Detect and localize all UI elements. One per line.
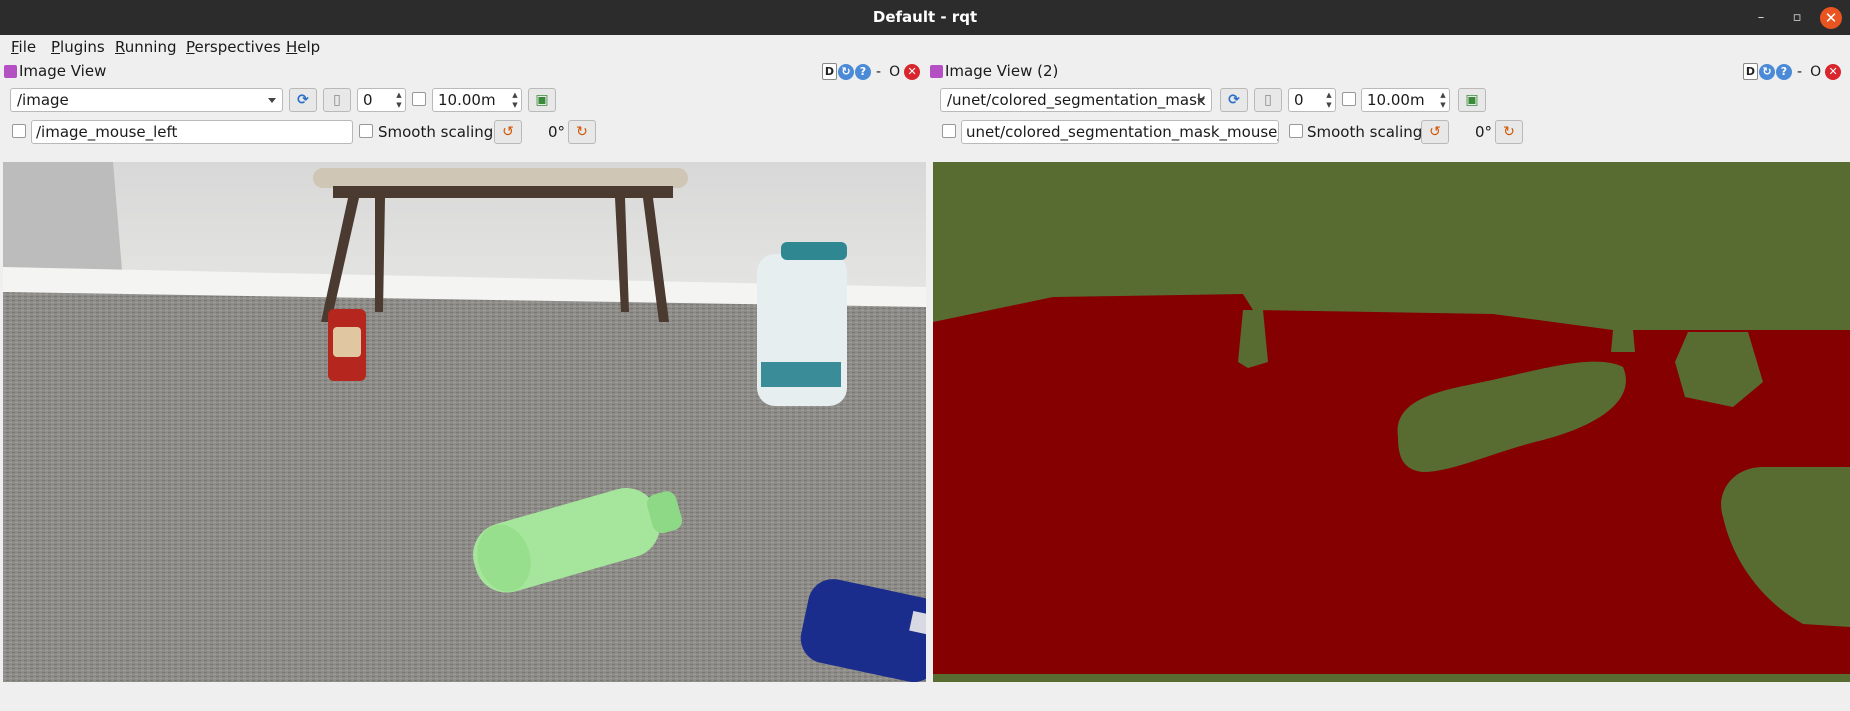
menu-help-label: elp (297, 38, 321, 56)
menu-help-mnemonic: H (286, 38, 298, 56)
panel1-smooth-scaling-label: Smooth scaling (378, 123, 494, 141)
panel2-image-view[interactable] (933, 162, 1850, 682)
menu-perspectives-mnemonic: P (186, 38, 195, 56)
panel1-mouse-topic-input[interactable]: /image_mouse_left (31, 120, 353, 144)
panel1-max-value: 10.00m (438, 91, 496, 109)
plugin-icon (930, 65, 943, 78)
panel1-min-value: 0 (363, 91, 373, 109)
panel2-save-image-icon[interactable]: ▣ (1458, 88, 1486, 112)
panel2-reload-icon[interactable]: ↻ (1759, 63, 1775, 80)
panel2-topic-value: /unet/colored_segmentation_mask (947, 91, 1206, 109)
window-title: Default - rqt (872, 8, 978, 26)
menu-help[interactable]: Help (286, 38, 320, 56)
panel1-minimize-button[interactable]: - (876, 64, 881, 80)
spin-arrows-icon: ▲ ▼ (396, 91, 402, 109)
chevron-down-icon (268, 98, 276, 103)
spin-arrows-icon: ▲ ▼ (1440, 91, 1446, 109)
panel2-dynamic-range-checkbox[interactable] (1342, 92, 1356, 106)
panel1-topic-value: /image (17, 91, 69, 109)
panel2-zoom-icon[interactable]: ▯ (1254, 88, 1282, 112)
camera-image (3, 162, 926, 682)
panel2-rotate-left-icon[interactable]: ↺ (1421, 120, 1449, 144)
panel1-rotation-label: 0° (548, 123, 566, 141)
menu-file-label: ile (18, 38, 37, 56)
panel1-smooth-scaling-checkbox[interactable] (359, 124, 373, 138)
menu-file-mnemonic: F (11, 38, 19, 56)
panel2-max-spinbox[interactable]: 10.00m ▲ ▼ (1361, 88, 1450, 112)
menu-bar: File Plugins Running Perspectives Help (0, 35, 1850, 60)
panel2-rotate-right-icon[interactable]: ↻ (1495, 120, 1523, 144)
panel1-help-icon[interactable]: ? (855, 63, 871, 80)
panel2-max-value: 10.00m (1367, 91, 1425, 109)
menu-plugins-label: lugins (60, 38, 105, 56)
panel2-close-icon[interactable]: ✕ (1825, 63, 1842, 80)
menu-running-label: unning (124, 38, 177, 56)
menu-file[interactable]: File (11, 38, 36, 56)
panel2-min-spinbox[interactable]: 0 ▲ ▼ (1288, 88, 1336, 112)
panel1-d-button[interactable]: D (822, 63, 837, 80)
panel2-mouse-topic-input[interactable]: unet/colored_segmentation_mask_mouse_lef… (961, 120, 1279, 144)
plugin-icon (4, 65, 17, 78)
panel2-title: Image View (2) (945, 62, 1059, 80)
close-window-icon[interactable]: ✕ (1820, 7, 1842, 29)
panel2-min-value: 0 (1294, 91, 1304, 109)
panel1-title: Image View (19, 62, 107, 80)
panel2-smooth-scaling-checkbox[interactable] (1289, 124, 1303, 138)
panel1-rotate-right-icon[interactable]: ↻ (568, 120, 596, 144)
panel1-refresh-topics-icon[interactable]: ⟳ (289, 88, 317, 112)
panel1-zoom-icon[interactable]: ▯ (323, 88, 351, 112)
menu-perspectives[interactable]: Perspectives (186, 38, 281, 56)
panel2-refresh-topics-icon[interactable]: ⟳ (1220, 88, 1248, 112)
panel1-image-view[interactable] (3, 162, 926, 682)
panel2-topic-select[interactable]: /unet/colored_segmentation_mask (940, 88, 1212, 112)
menu-running[interactable]: Running (115, 38, 176, 56)
maximize-icon[interactable]: ▫ (1786, 7, 1808, 29)
panel2-d-button[interactable]: D (1743, 63, 1758, 80)
spin-arrows-icon: ▲ ▼ (512, 91, 518, 109)
panel1-min-spinbox[interactable]: 0 ▲ ▼ (357, 88, 406, 112)
panel2-mouse-publish-checkbox[interactable] (942, 124, 956, 138)
segmentation-mask-image (933, 162, 1850, 682)
panel1-mouse-publish-checkbox[interactable] (12, 124, 26, 138)
panel1-dynamic-range-checkbox[interactable] (412, 92, 426, 106)
panel2-minimize-button[interactable]: - (1797, 64, 1802, 80)
panel1-dock-buttons: D ↻? - O ✕ (822, 63, 921, 81)
panel1-float-button[interactable]: O (889, 64, 900, 80)
panel1-max-spinbox[interactable]: 10.00m ▲ ▼ (432, 88, 522, 112)
panel1-close-icon[interactable]: ✕ (904, 63, 921, 80)
window-titlebar: Default - rqt – ▫ ✕ (0, 0, 1850, 35)
menu-perspectives-label: erspectives (194, 38, 281, 56)
panel1-save-image-icon[interactable]: ▣ (528, 88, 556, 112)
panel1-topic-select[interactable]: /image (10, 88, 283, 112)
menu-plugins[interactable]: Plugins (51, 38, 105, 56)
panel1-reload-icon[interactable]: ↻ (838, 63, 854, 80)
menu-plugins-mnemonic: P (51, 38, 61, 56)
chevron-down-icon (1197, 98, 1205, 103)
panel2-dock-buttons: D ↻? - O ✕ (1743, 63, 1842, 81)
panel1-rotate-left-icon[interactable]: ↺ (494, 120, 522, 144)
spin-arrows-icon: ▲ ▼ (1326, 91, 1332, 109)
panel2-rotation-label: 0° (1475, 123, 1493, 141)
panel2-smooth-scaling-label: Smooth scaling (1307, 123, 1423, 141)
menu-running-mnemonic: R (115, 38, 125, 56)
panel2-float-button[interactable]: O (1810, 64, 1821, 80)
panel2-help-icon[interactable]: ? (1776, 63, 1792, 80)
minimize-icon[interactable]: – (1750, 7, 1772, 29)
